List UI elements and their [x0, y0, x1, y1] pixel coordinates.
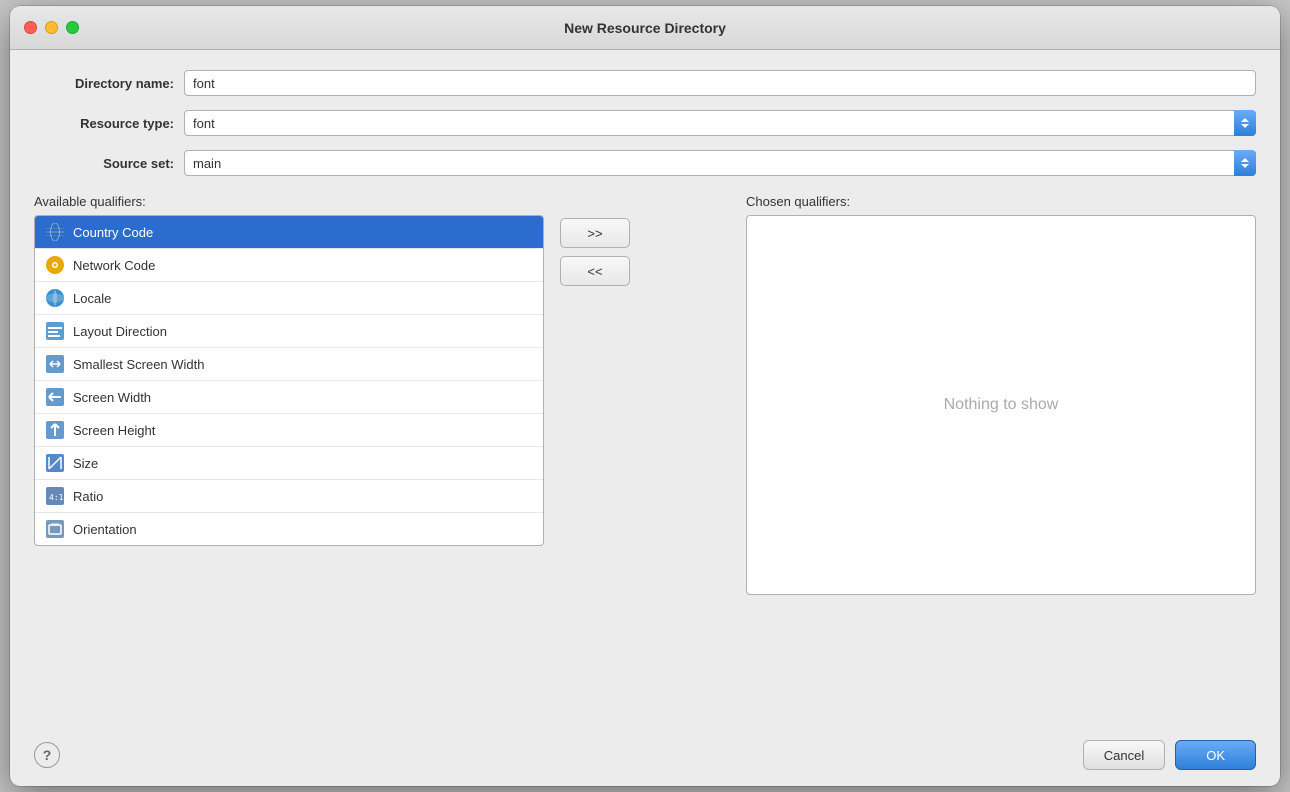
screen-width-icon: [45, 387, 65, 407]
chosen-qualifiers-list: Nothing to show: [746, 215, 1256, 595]
resource-type-row: Resource type: font: [34, 110, 1256, 136]
nothing-to-show-text: Nothing to show: [944, 396, 1059, 414]
available-qualifiers-list: Country Code Network Code: [34, 215, 544, 546]
footer-buttons: Cancel OK: [1083, 740, 1256, 770]
size-icon: [45, 453, 65, 473]
directory-name-input[interactable]: [184, 70, 1256, 96]
close-button[interactable]: [24, 21, 37, 34]
ratio-icon: 4:1: [45, 486, 65, 506]
dialog-content: Directory name: Resource type: font Sour…: [10, 50, 1280, 728]
resource-type-select-wrapper: font: [184, 110, 1256, 136]
qualifier-item-layout-direction[interactable]: Layout Direction: [35, 315, 543, 348]
qualifier-label-smallest-screen-width: Smallest Screen Width: [73, 357, 205, 372]
directory-name-label: Directory name:: [34, 76, 174, 91]
qualifier-transfer-buttons: >> <<: [544, 218, 646, 286]
screen-height-icon: [45, 420, 65, 440]
qualifier-item-ratio[interactable]: 4:1 Ratio: [35, 480, 543, 513]
chosen-qualifiers-panel: Chosen qualifiers: Nothing to show: [746, 194, 1256, 595]
qualifier-item-country-code[interactable]: Country Code: [35, 216, 543, 249]
add-qualifier-button[interactable]: >>: [560, 218, 630, 248]
directory-name-row: Directory name:: [34, 70, 1256, 96]
cancel-button[interactable]: Cancel: [1083, 740, 1165, 770]
qualifier-item-locale[interactable]: Locale: [35, 282, 543, 315]
qualifier-label-network-code: Network Code: [73, 258, 155, 273]
qualifier-label-ratio: Ratio: [73, 489, 103, 504]
source-set-select-wrapper: main: [184, 150, 1256, 176]
minimize-button[interactable]: [45, 21, 58, 34]
maximize-button[interactable]: [66, 21, 79, 34]
source-set-row: Source set: main: [34, 150, 1256, 176]
qualifier-item-network-code[interactable]: Network Code: [35, 249, 543, 282]
available-qualifiers-panel: Available qualifiers: Coun: [34, 194, 544, 546]
resource-type-select[interactable]: font: [184, 110, 1256, 136]
title-bar: New Resource Directory: [10, 6, 1280, 50]
orientation-icon: [45, 519, 65, 539]
qualifier-item-screen-height[interactable]: Screen Height: [35, 414, 543, 447]
qualifier-label-screen-width: Screen Width: [73, 390, 151, 405]
qualifier-label-layout-direction: Layout Direction: [73, 324, 167, 339]
chosen-qualifiers-label: Chosen qualifiers:: [746, 194, 1256, 209]
available-qualifiers-label: Available qualifiers:: [34, 194, 544, 209]
source-set-select[interactable]: main: [184, 150, 1256, 176]
network-code-icon: [45, 255, 65, 275]
qualifier-label-locale: Locale: [73, 291, 111, 306]
layout-direction-icon: [45, 321, 65, 341]
qualifier-label-size: Size: [73, 456, 98, 471]
country-code-icon: [45, 222, 65, 242]
locale-icon: [45, 288, 65, 308]
traffic-lights: [24, 21, 79, 34]
qualifier-item-smallest-screen-width[interactable]: Smallest Screen Width: [35, 348, 543, 381]
qualifier-label-country-code: Country Code: [73, 225, 153, 240]
help-button[interactable]: ?: [34, 742, 60, 768]
qualifier-item-screen-width[interactable]: Screen Width: [35, 381, 543, 414]
smallest-screen-width-icon: [45, 354, 65, 374]
new-resource-directory-dialog: New Resource Directory Directory name: R…: [10, 6, 1280, 786]
qualifier-label-orientation: Orientation: [73, 522, 137, 537]
remove-qualifier-button[interactable]: <<: [560, 256, 630, 286]
source-set-label: Source set:: [34, 156, 174, 171]
qualifier-item-orientation[interactable]: Orientation: [35, 513, 543, 545]
qualifier-item-size[interactable]: Size: [35, 447, 543, 480]
svg-text:4:1: 4:1: [49, 493, 64, 502]
dialog-footer: ? Cancel OK: [10, 728, 1280, 786]
ok-button[interactable]: OK: [1175, 740, 1256, 770]
qualifier-label-screen-height: Screen Height: [73, 423, 155, 438]
dialog-title: New Resource Directory: [564, 20, 726, 36]
resource-type-label: Resource type:: [34, 116, 174, 131]
